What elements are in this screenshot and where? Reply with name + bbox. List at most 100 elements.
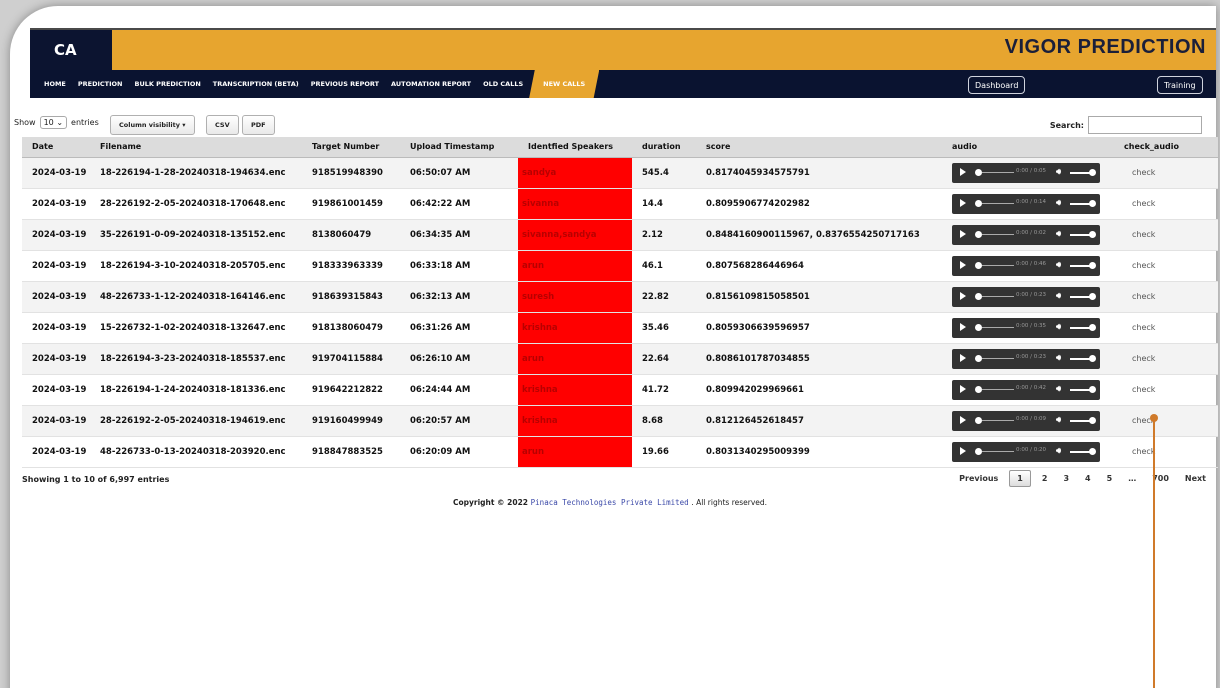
- next-page-button[interactable]: Next: [1177, 471, 1214, 486]
- seek-handle[interactable]: [975, 447, 982, 455]
- volume-bar[interactable]: [1070, 295, 1090, 298]
- volume-handle[interactable]: [1089, 261, 1096, 269]
- seek-bar[interactable]: [982, 202, 1014, 204]
- column-visibility-button[interactable]: Column visibility ▾: [110, 115, 195, 135]
- volume-icon[interactable]: 🔊︎: [1056, 446, 1061, 456]
- seek-handle[interactable]: [975, 416, 982, 424]
- nav-new-calls[interactable]: NEW CALLS: [529, 70, 600, 98]
- volume-handle[interactable]: [1089, 354, 1096, 362]
- nav-old-calls[interactable]: OLD CALLS: [477, 70, 529, 98]
- play-icon[interactable]: [960, 415, 966, 424]
- seek-bar[interactable]: [982, 233, 1014, 235]
- audio-player[interactable]: 0:00 / 0:42 🔊︎: [952, 379, 1100, 400]
- check-link[interactable]: check: [1114, 219, 1218, 251]
- seek-handle[interactable]: [975, 292, 982, 300]
- audio-player[interactable]: 0:00 / 0:23 🔊︎: [952, 348, 1100, 369]
- page-4-button[interactable]: 4: [1077, 471, 1099, 486]
- volume-icon[interactable]: 🔊︎: [1056, 384, 1061, 394]
- seek-bar[interactable]: [982, 171, 1014, 173]
- volume-bar[interactable]: [1070, 202, 1090, 205]
- volume-icon[interactable]: 🔊︎: [1056, 167, 1061, 177]
- nav-bulk-prediction[interactable]: BULK PREDICTION: [129, 70, 207, 98]
- dashboard-button[interactable]: Dashboard: [968, 76, 1026, 94]
- check-link[interactable]: check: [1114, 405, 1218, 437]
- seek-handle[interactable]: [975, 323, 982, 331]
- seek-bar[interactable]: [982, 295, 1014, 297]
- seek-bar[interactable]: [982, 264, 1014, 266]
- seek-handle[interactable]: [975, 230, 982, 238]
- pdf-button[interactable]: PDF: [242, 115, 275, 135]
- volume-bar[interactable]: [1070, 388, 1090, 391]
- play-icon[interactable]: [960, 322, 966, 331]
- seek-bar[interactable]: [982, 326, 1014, 328]
- play-icon[interactable]: [960, 353, 966, 362]
- col-score[interactable]: score: [696, 137, 942, 158]
- seek-handle[interactable]: [975, 354, 982, 362]
- col-identified-speakers[interactable]: Identfied Speakers: [518, 137, 632, 158]
- nav-prediction[interactable]: PREDICTION: [72, 70, 129, 98]
- audio-player[interactable]: 0:00 / 0:46 🔊︎: [952, 255, 1100, 276]
- search-input[interactable]: [1088, 116, 1202, 134]
- volume-bar[interactable]: [1070, 357, 1090, 360]
- col-check-audio[interactable]: check_audio: [1114, 137, 1218, 158]
- volume-handle[interactable]: [1089, 416, 1096, 424]
- csv-button[interactable]: CSV: [206, 115, 239, 135]
- volume-handle[interactable]: [1089, 447, 1096, 455]
- col-audio[interactable]: audio: [942, 137, 1114, 158]
- col-date[interactable]: Date: [22, 137, 90, 158]
- audio-player[interactable]: 0:00 / 0:02 🔊︎: [952, 224, 1100, 245]
- seek-handle[interactable]: [975, 385, 982, 393]
- play-icon[interactable]: [960, 198, 966, 207]
- volume-bar[interactable]: [1070, 264, 1090, 267]
- volume-handle[interactable]: [1089, 323, 1096, 331]
- seek-handle[interactable]: [975, 199, 982, 207]
- entries-select[interactable]: 10 ⌄: [39, 116, 68, 129]
- check-link[interactable]: check: [1114, 374, 1218, 406]
- volume-icon[interactable]: 🔊︎: [1056, 260, 1061, 270]
- col-target-number[interactable]: Target Number: [302, 137, 400, 158]
- seek-bar[interactable]: [982, 388, 1014, 390]
- audio-player[interactable]: 0:00 / 0:05 🔊︎: [952, 162, 1100, 183]
- nav-previous-report[interactable]: PREVIOUS REPORT: [305, 70, 385, 98]
- company-link[interactable]: Pinaca Technologies Private Limited: [531, 498, 689, 507]
- nav-home[interactable]: HOME: [30, 70, 72, 98]
- page-1-button[interactable]: 1: [1009, 470, 1031, 487]
- volume-icon[interactable]: 🔊︎: [1056, 415, 1061, 425]
- audio-player[interactable]: 0:00 / 0:09 🔊︎: [952, 410, 1100, 431]
- play-icon[interactable]: [960, 291, 966, 300]
- audio-player[interactable]: 0:00 / 0:23 🔊︎: [952, 286, 1100, 307]
- seek-bar[interactable]: [982, 450, 1014, 452]
- check-link[interactable]: check: [1114, 188, 1218, 220]
- audio-player[interactable]: 0:00 / 0:35 🔊︎: [952, 317, 1100, 338]
- col-filename[interactable]: Filename: [90, 137, 302, 158]
- seek-handle[interactable]: [975, 168, 982, 176]
- seek-handle[interactable]: [975, 261, 982, 269]
- play-icon[interactable]: [960, 167, 966, 176]
- play-icon[interactable]: [960, 384, 966, 393]
- check-link[interactable]: check: [1114, 281, 1218, 313]
- volume-handle[interactable]: [1089, 230, 1096, 238]
- volume-bar[interactable]: [1070, 419, 1090, 422]
- col-upload-timestamp[interactable]: Upload Timestamp: [400, 137, 518, 158]
- volume-bar[interactable]: [1070, 450, 1090, 453]
- page-2-button[interactable]: 2: [1034, 471, 1056, 486]
- volume-icon[interactable]: 🔊︎: [1056, 353, 1061, 363]
- seek-bar[interactable]: [982, 419, 1014, 421]
- volume-bar[interactable]: [1070, 233, 1090, 236]
- page-3-button[interactable]: 3: [1055, 471, 1077, 486]
- page-5-button[interactable]: 5: [1099, 471, 1121, 486]
- check-link[interactable]: check: [1114, 436, 1218, 468]
- play-icon[interactable]: [960, 260, 966, 269]
- volume-handle[interactable]: [1089, 168, 1096, 176]
- check-link[interactable]: check: [1114, 157, 1218, 189]
- volume-bar[interactable]: [1070, 326, 1090, 329]
- play-icon[interactable]: [960, 229, 966, 238]
- volume-bar[interactable]: [1070, 171, 1090, 174]
- page-700-button[interactable]: 700: [1144, 471, 1177, 486]
- nav-automation-report[interactable]: AUTOMATION REPORT: [385, 70, 477, 98]
- previous-page-button[interactable]: Previous: [951, 471, 1006, 486]
- volume-icon[interactable]: 🔊︎: [1056, 198, 1061, 208]
- audio-player[interactable]: 0:00 / 0:14 🔊︎: [952, 193, 1100, 214]
- audio-player[interactable]: 0:00 / 0:20 🔊︎: [952, 441, 1100, 462]
- seek-bar[interactable]: [982, 357, 1014, 359]
